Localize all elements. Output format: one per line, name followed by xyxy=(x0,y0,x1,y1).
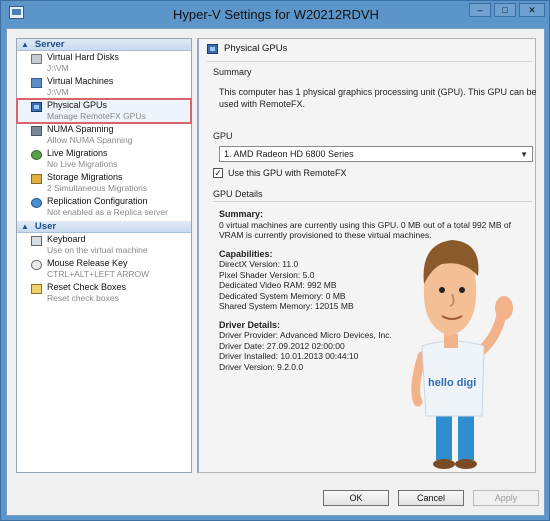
chevron-up-icon: ▲ xyxy=(21,222,29,231)
gpu-select[interactable]: 1. AMD Radeon HD 6800 Series ▼ xyxy=(219,146,533,162)
settings-window: Hyper-V Settings for W20212RDVH – □ ✕ ▲ … xyxy=(0,0,550,521)
window-controls: – □ ✕ xyxy=(469,3,545,17)
nav-item-sub: Manage RemoteFX GPUs xyxy=(47,111,146,121)
nav-section-user[interactable]: ▲ User xyxy=(17,221,191,233)
ok-button[interactable]: OK xyxy=(323,490,389,506)
use-gpu-remotefx-label: Use this GPU with RemoteFX xyxy=(228,168,347,178)
checkbox-checked-icon: ✓ xyxy=(213,167,223,178)
nav-item-storage-migrations[interactable]: Storage Migrations 2 Simultaneous Migrat… xyxy=(17,171,191,195)
hard-disk-icon xyxy=(31,54,42,64)
nav-item-sub: 2 Simultaneous Migrations xyxy=(47,183,148,193)
dialog-client: ▲ Server Virtual Hard Disks J:\VM Virtua… xyxy=(6,28,545,516)
nav-item-sub: J:\VM xyxy=(47,63,69,73)
nav-section-label: User xyxy=(34,221,57,232)
mascot-shoe xyxy=(455,459,477,469)
mascot-neck xyxy=(444,334,458,348)
nav-item-replication-configuration[interactable]: Replication Configuration Not enabled as… xyxy=(17,195,191,219)
numa-icon xyxy=(31,126,42,136)
nav-item-physical-gpus[interactable]: Physical GPUs Manage RemoteFX GPUs xyxy=(16,98,192,124)
nav-item-sub: Not enabled as a Replica server xyxy=(47,207,168,217)
mascot-shoe xyxy=(433,459,455,469)
nav-item-label: Physical GPUs xyxy=(47,100,108,110)
settings-nav: ▲ Server Virtual Hard Disks J:\VM Virtua… xyxy=(16,38,192,473)
summary-text: This computer has 1 physical graphics pr… xyxy=(219,87,537,109)
nav-item-label: Reset Check Boxes xyxy=(47,282,127,292)
nav-item-label: Virtual Hard Disks xyxy=(47,52,119,62)
nav-item-label: Virtual Machines xyxy=(47,76,114,86)
nav-item-label: Mouse Release Key xyxy=(47,258,128,268)
nav-item-virtual-machines[interactable]: Virtual Machines J:\VM xyxy=(17,75,191,99)
use-gpu-remotefx-checkbox[interactable]: ✓ Use this GPU with RemoteFX xyxy=(213,168,347,178)
gpu-select-value: 1. AMD Radeon HD 6800 Series xyxy=(224,149,354,159)
apply-button[interactable]: Apply xyxy=(473,490,539,506)
gpu-details-label: GPU Details xyxy=(213,189,263,199)
nav-item-sub: No Live Migrations xyxy=(47,159,118,169)
close-button[interactable]: ✕ xyxy=(519,3,545,17)
mascot-eye xyxy=(439,287,445,293)
mascot-leg xyxy=(436,412,452,460)
nav-item-reset-check-boxes[interactable]: Reset Check Boxes Reset check boxes xyxy=(17,281,191,305)
chevron-down-icon: ▼ xyxy=(520,150,528,159)
nav-item-label: Live Migrations xyxy=(47,148,108,158)
mascot-arm xyxy=(411,351,427,407)
nav-section-server[interactable]: ▲ Server xyxy=(17,39,191,51)
mascot-shirt-text: hello digi xyxy=(428,377,476,389)
nav-item-mouse-release-key[interactable]: Mouse Release Key CTRL+ALT+LEFT ARROW xyxy=(17,257,191,281)
mascot-leg xyxy=(458,412,474,460)
gpu-icon xyxy=(31,102,42,112)
details-heading: Summary: xyxy=(219,209,264,219)
gpu-label: GPU xyxy=(213,131,233,141)
nav-item-label: Replication Configuration xyxy=(47,196,148,206)
nav-item-sub: J:\VM xyxy=(47,87,69,97)
title-bar[interactable]: Hyper-V Settings for W20212RDVH – □ ✕ xyxy=(1,1,550,27)
minimize-button[interactable]: – xyxy=(469,3,491,17)
mascot-illustration: hello digi xyxy=(411,240,513,469)
mouse-icon xyxy=(31,260,42,270)
keyboard-icon xyxy=(31,236,42,246)
virtual-machine-icon xyxy=(31,78,42,88)
panel-header: Physical GPUs xyxy=(207,43,287,54)
dialog-footer: OK Cancel Apply xyxy=(323,490,539,506)
chevron-up-icon: ▲ xyxy=(21,40,29,49)
cancel-button[interactable]: Cancel xyxy=(398,490,464,506)
nav-item-keyboard[interactable]: Keyboard Use on the virtual machine xyxy=(17,233,191,257)
mascot-hand xyxy=(495,296,513,320)
summary-label: Summary xyxy=(213,67,252,77)
nav-item-sub: Reset check boxes xyxy=(47,293,119,303)
divider xyxy=(213,201,532,202)
window-title: Hyper-V Settings for W20212RDVH xyxy=(173,7,379,22)
nav-item-virtual-hard-disks[interactable]: Virtual Hard Disks J:\VM xyxy=(17,51,191,75)
mascot-eye xyxy=(459,287,465,293)
nav-item-label: NUMA Spanning xyxy=(47,124,114,134)
storage-migration-icon xyxy=(31,174,42,184)
nav-item-sub: CTRL+ALT+LEFT ARROW xyxy=(47,269,150,279)
nav-item-label: Storage Migrations xyxy=(47,172,123,182)
nav-item-sub: Use on the virtual machine xyxy=(47,245,148,255)
reset-icon xyxy=(31,284,42,294)
replication-icon xyxy=(31,198,42,208)
nav-item-label: Keyboard xyxy=(47,234,86,244)
live-migration-icon xyxy=(31,150,42,160)
divider xyxy=(207,61,532,62)
panel-title: Physical GPUs xyxy=(224,43,288,54)
gpu-icon xyxy=(207,43,218,54)
maximize-button[interactable]: □ xyxy=(494,3,516,17)
nav-item-live-migrations[interactable]: Live Migrations No Live Migrations xyxy=(17,147,191,171)
nav-item-numa-spanning[interactable]: NUMA Spanning Allow NUMA Spanning xyxy=(17,123,191,147)
nav-section-label: Server xyxy=(34,39,65,50)
nav-item-sub: Allow NUMA Spanning xyxy=(47,135,133,145)
